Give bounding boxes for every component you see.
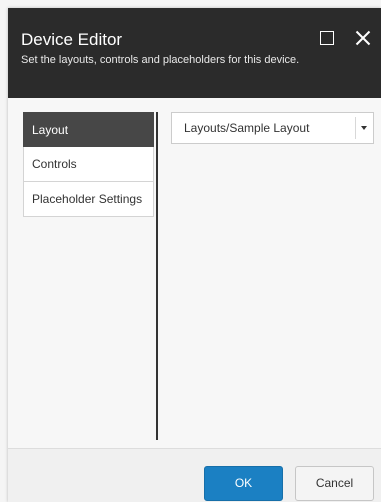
close-button[interactable]: [352, 27, 374, 49]
select-divider: [355, 117, 356, 139]
editor-nav: Layout Controls Placeholder Settings: [23, 112, 158, 440]
nav-item-layout[interactable]: Layout: [23, 112, 154, 147]
layout-select-value: Layouts/Sample Layout: [184, 121, 310, 135]
device-editor-dialog: Device Editor Set the layouts, controls …: [8, 8, 381, 502]
dialog-subtitle: Set the layouts, controls and placeholde…: [21, 54, 300, 66]
layout-select[interactable]: Layouts/Sample Layout: [171, 112, 374, 144]
nav-item-controls[interactable]: Controls: [23, 147, 154, 182]
dialog-title: Device Editor: [21, 30, 123, 49]
dialog-footer: OK Cancel: [8, 448, 381, 502]
maximize-icon: [320, 31, 334, 45]
dialog-body: Layout Controls Placeholder Settings Lay…: [8, 98, 381, 448]
maximize-button[interactable]: [316, 27, 338, 49]
ok-button[interactable]: OK: [204, 466, 283, 501]
cancel-button[interactable]: Cancel: [295, 466, 374, 501]
nav-item-placeholder-settings[interactable]: Placeholder Settings: [23, 182, 154, 217]
dialog-header: Device Editor Set the layouts, controls …: [8, 8, 381, 98]
close-icon: [355, 30, 371, 46]
chevron-down-icon: [361, 126, 367, 130]
